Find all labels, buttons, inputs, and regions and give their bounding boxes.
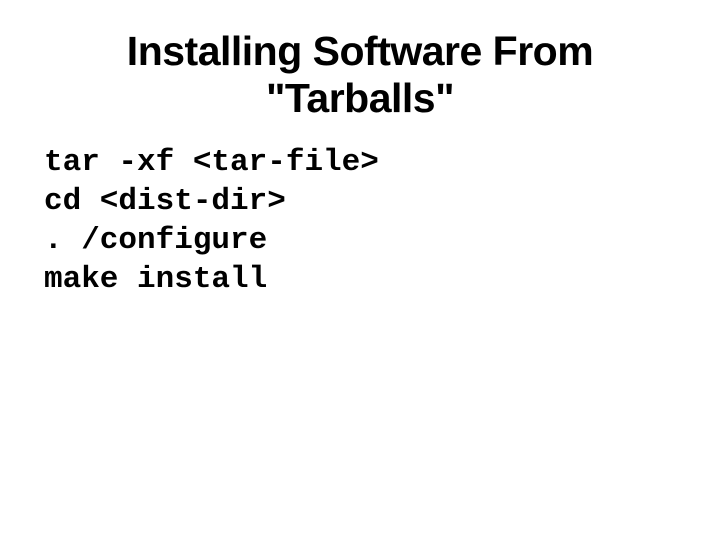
code-line-1: tar -xf <tar-file>	[44, 145, 379, 180]
code-line-3: . /configure	[44, 223, 267, 258]
code-line-4: make install	[44, 262, 267, 297]
code-line-2: cd <dist-dir>	[44, 184, 286, 219]
code-block: tar -xf <tar-file> cd <dist-dir> . /conf…	[44, 144, 684, 299]
slide-title: Installing Software From "Tarballs"	[36, 28, 684, 122]
slide: Installing Software From "Tarballs" tar …	[0, 0, 720, 540]
